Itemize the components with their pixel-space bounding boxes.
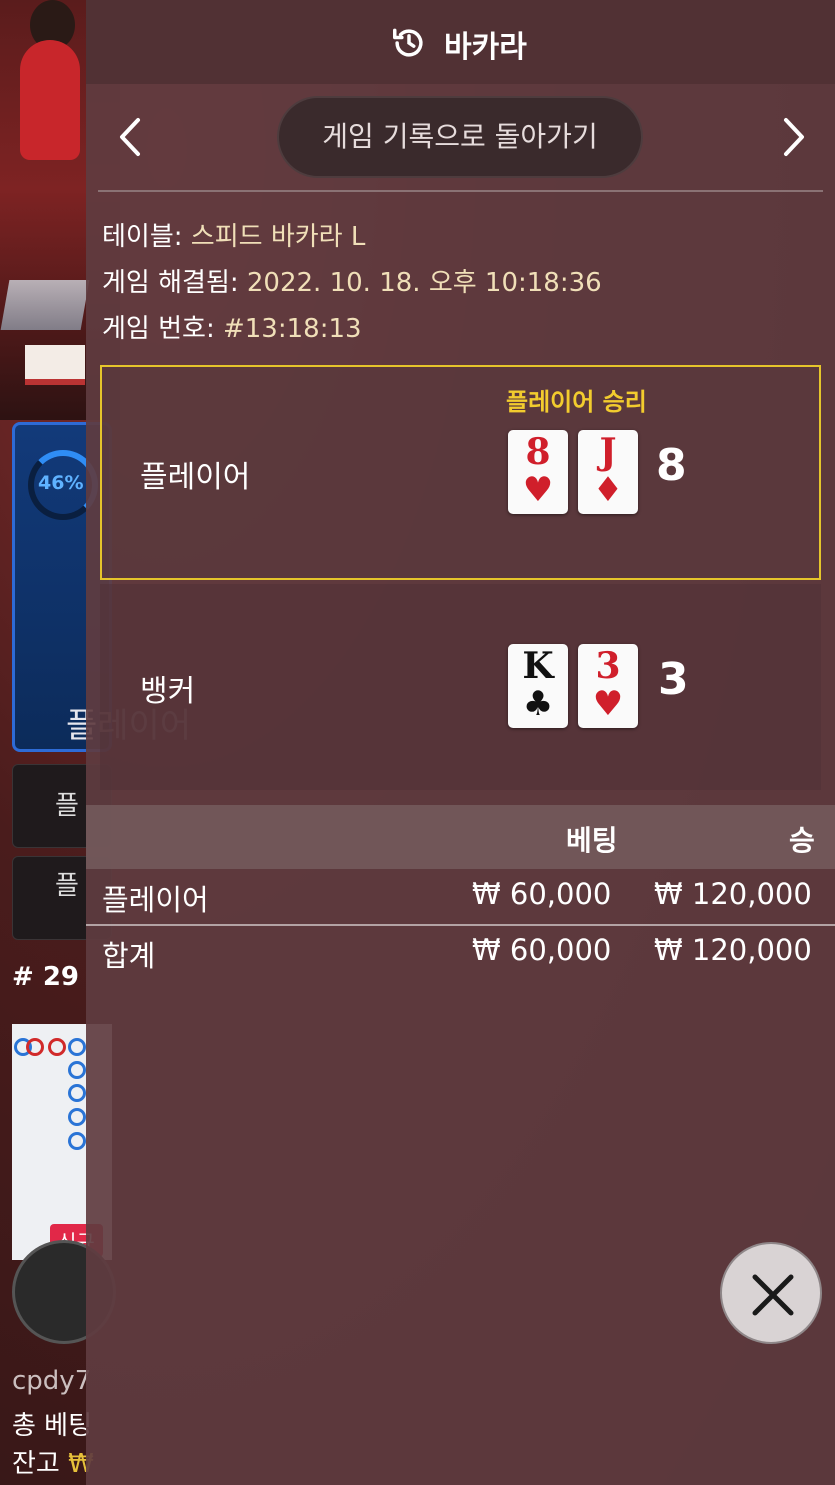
- road-dot: [68, 1108, 86, 1126]
- header-win: 승: [789, 824, 815, 857]
- panel-title: 바카라: [444, 30, 527, 65]
- back-to-history-label: 게임 기록으로 돌아가기: [322, 120, 598, 153]
- chevron-right-icon[interactable]: [774, 112, 814, 162]
- road-dot: [68, 1084, 86, 1102]
- total-label: 합계: [102, 939, 156, 973]
- club-icon: ♣: [522, 684, 554, 724]
- round-number: # 29: [12, 962, 80, 992]
- game-number-label: 게임 번호:: [102, 314, 223, 344]
- table-info-label: 테이블:: [102, 222, 191, 252]
- close-icon: [752, 1274, 794, 1316]
- banker-result-box: [100, 584, 821, 790]
- road-dot: [68, 1132, 86, 1150]
- card-rank: J: [599, 431, 617, 473]
- banker-label: 뱅커: [140, 674, 196, 709]
- username-status: cpdy7: [12, 1366, 92, 1396]
- banker-score: 3: [658, 654, 689, 705]
- road-dot: [68, 1061, 86, 1079]
- chevron-left-icon[interactable]: [110, 112, 150, 162]
- resolved-info-value: 2022. 10. 18. 오후 10:18:36: [246, 268, 602, 298]
- heart-icon: ♥: [522, 470, 554, 510]
- table-info: 테이블: 스피드 바카라 L: [102, 216, 365, 253]
- table-info-value: 스피드 바카라 L: [190, 222, 366, 252]
- card-rank: 8: [525, 431, 551, 473]
- card-deck: [25, 345, 85, 385]
- game-history-panel: 바카라 게임 기록으로 돌아가기 테이블: 스피드 바카라 L 게임 해결됨: …: [86, 0, 835, 1485]
- card-rank: 3: [595, 645, 621, 687]
- game-number-value: #13:18:13: [222, 314, 362, 344]
- resolved-info-label: 게임 해결됨:: [102, 268, 247, 298]
- heart-icon: ♥: [592, 684, 624, 724]
- diamond-icon: ♦: [592, 470, 624, 510]
- app-screen: 46% 플레이어 플 플 # 29 신규 cpdy7 총 베팅 잔고 ₩ 바카라…: [0, 0, 835, 1485]
- player-card-1: 8 ♥: [508, 430, 568, 514]
- divider: [98, 190, 823, 192]
- road-dot: [26, 1038, 44, 1056]
- balance: 잔고 ₩: [12, 1443, 94, 1480]
- total-bet-label: 총 베팅: [12, 1411, 93, 1441]
- win-label: 플레이어 승리: [506, 388, 647, 416]
- bet-progress-value: 46%: [38, 472, 84, 494]
- balance-label: 잔고: [12, 1449, 60, 1479]
- back-to-history-button[interactable]: 게임 기록으로 돌아가기: [277, 96, 643, 178]
- bets-table-header: 베팅 승: [86, 805, 835, 869]
- player-card-2: J ♦: [578, 430, 638, 514]
- resolved-info: 게임 해결됨: 2022. 10. 18. 오후 10:18:36: [102, 262, 602, 299]
- player-label: 플레이어: [140, 460, 251, 495]
- total-bet: ₩ 60,000: [472, 933, 612, 967]
- game-number-info: 게임 번호: #13:18:13: [102, 308, 362, 345]
- road-dot: [48, 1038, 66, 1056]
- bet-row-label: 플레이어: [102, 883, 209, 917]
- total-win: ₩ 120,000: [654, 933, 812, 967]
- banker-card-1: K ♣: [508, 644, 568, 728]
- banker-card-2: 3 ♥: [578, 644, 638, 728]
- card-shoe: [0, 280, 90, 330]
- card-rank: K: [522, 645, 554, 687]
- bet-row-amount: ₩ 60,000: [472, 877, 612, 911]
- total-divider: [86, 924, 835, 926]
- dealer-dress: [20, 40, 80, 160]
- road-dot: [68, 1038, 86, 1056]
- player-score: 8: [656, 440, 687, 491]
- history-icon: [393, 28, 423, 57]
- header-bet: 베팅: [566, 824, 618, 857]
- close-button[interactable]: [720, 1242, 822, 1344]
- bet-row-win: ₩ 120,000: [654, 877, 812, 911]
